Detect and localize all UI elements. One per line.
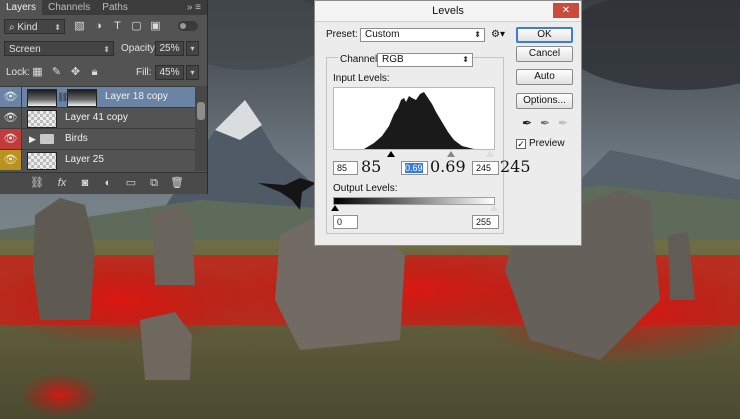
lock-all-icon[interactable]: 🔒︎ (88, 66, 101, 79)
eye-icon[interactable]: 👁︎ (0, 108, 22, 128)
fill-dropdown-icon[interactable]: ▾ (186, 65, 199, 80)
preview-label: Preview (529, 138, 565, 149)
layer-row-layer-25[interactable]: 👁︎ Layer 25 (0, 149, 195, 170)
scrollbar-thumb[interactable] (197, 102, 205, 120)
lock-transparency-icon[interactable]: ▦ (31, 66, 44, 79)
link-icon[interactable]: ⛓ (30, 177, 44, 190)
layer-name: Layer 18 copy (105, 91, 168, 102)
filter-toggle[interactable] (178, 21, 198, 31)
output-white-field[interactable]: 255 (472, 215, 499, 229)
layer-row-birds[interactable]: 👁︎ ▶ Birds (0, 128, 195, 149)
input-black-overlay: 85 (361, 157, 382, 176)
output-levels-label: Output Levels: (333, 183, 398, 194)
blend-mode-select[interactable]: Screen ⬍ (4, 41, 114, 56)
input-gamma-overlay: 0.69 (430, 157, 466, 176)
layer-name: Layer 41 copy (65, 112, 128, 123)
chevron-down-icon: ⬍ (54, 23, 61, 32)
layer-mask-thumbnail[interactable] (67, 89, 97, 107)
preset-value: Custom (365, 29, 400, 40)
mask-icon[interactable]: ◙ (78, 177, 92, 190)
fx-icon[interactable]: fx (55, 177, 69, 190)
layer-thumbnail (27, 110, 57, 128)
chevron-down-icon: ⬍ (462, 55, 469, 64)
white-eyedropper-icon[interactable]: ✒ (556, 116, 570, 130)
gray-eyedropper-icon[interactable]: ✒ (538, 116, 552, 130)
histogram-graph (364, 92, 474, 149)
chevron-down-icon: ⬍ (474, 30, 481, 39)
panel-menu-icon[interactable]: » ≡ (181, 0, 207, 15)
tab-paths[interactable]: Paths (96, 0, 134, 15)
input-white-overlay: 245 (500, 157, 531, 176)
layers-scrollbar[interactable] (195, 86, 207, 171)
channel-select[interactable]: RGB ⬍ (377, 53, 473, 67)
pixel-filter-icon[interactable]: ▧ (73, 20, 86, 33)
filter-kind-select[interactable]: ⌕ Kind ⬍ (4, 19, 65, 34)
input-black-field[interactable]: 85 (333, 161, 358, 175)
preview-checkbox[interactable]: ✓ (516, 139, 526, 149)
smart-object-filter-icon[interactable]: ▣ (149, 20, 162, 33)
layer-thumbnail (27, 89, 57, 107)
preset-select[interactable]: Custom ⬍ (360, 28, 485, 42)
black-eyedropper-icon[interactable]: ✒ (520, 116, 534, 130)
histogram (333, 87, 495, 150)
options-button[interactable]: Options... (516, 93, 573, 109)
output-gradient-bar (333, 197, 495, 205)
opacity-label: Opacity: (121, 43, 158, 54)
blend-mode-value: Screen (9, 44, 41, 55)
new-layer-icon[interactable]: ⧉ (147, 177, 161, 190)
adjustment-icon[interactable]: ◐ (101, 177, 115, 190)
layers-bottom-bar: ⛓ fx ◙ ◐ ▭ ⧉ 🗑︎ (0, 172, 207, 194)
output-white-slider[interactable] (490, 205, 498, 211)
lock-position-icon[interactable]: ✥ (69, 66, 82, 79)
ok-button[interactable]: OK (516, 27, 573, 43)
folder-icon (40, 134, 54, 144)
output-black-slider[interactable] (331, 205, 339, 211)
layer-name: Layer 25 (65, 154, 104, 165)
preset-options-gear-icon[interactable]: ⚙▾ (491, 28, 505, 42)
opacity-input[interactable]: 25% (155, 41, 184, 56)
input-gamma-value: 0.69 (405, 163, 423, 173)
cancel-button[interactable]: Cancel (516, 46, 573, 62)
expand-arrow-icon[interactable]: ▶ (29, 129, 36, 149)
channel-label: Channel: (338, 53, 383, 67)
lock-label: Lock: (6, 67, 30, 78)
type-filter-icon[interactable]: T (111, 20, 124, 33)
auto-button[interactable]: Auto (516, 69, 573, 85)
layer-name: Birds (65, 133, 88, 144)
lock-pixels-icon[interactable]: ✎ (50, 66, 63, 79)
filter-kind-label: Kind (17, 22, 38, 33)
tab-layers[interactable]: Layers (0, 0, 43, 15)
output-black-field[interactable]: 0 (333, 215, 358, 229)
levels-dialog: Levels ✕ Preset: Custom ⬍ ⚙▾ Channel: RG… (314, 0, 582, 246)
search-icon: ⌕ (9, 22, 15, 33)
adjustment-filter-icon[interactable]: ◑ (92, 20, 105, 33)
input-white-slider[interactable] (486, 151, 494, 157)
eye-icon[interactable]: 👁︎ (0, 150, 22, 170)
eye-icon[interactable]: 👁︎ (0, 87, 22, 107)
opacity-dropdown-icon[interactable]: ▾ (186, 41, 199, 56)
layer-row-layer-18-copy[interactable]: 👁︎ ⛓ Layer 18 copy (0, 86, 195, 107)
folder-icon[interactable]: ▭ (124, 177, 138, 190)
panel-tabs: Layers Channels Paths » ≡ (0, 0, 207, 15)
shape-filter-icon[interactable]: ▢ (130, 20, 143, 33)
fill-label: Fill: (136, 67, 152, 78)
input-gamma-field[interactable]: 0.69 (401, 161, 428, 175)
layer-thumbnail (27, 152, 57, 170)
tab-channels[interactable]: Channels (42, 0, 96, 15)
fill-input[interactable]: 45% (155, 65, 184, 80)
layer-row-layer-41-copy[interactable]: 👁︎ Layer 41 copy (0, 107, 195, 128)
trash-icon[interactable]: 🗑︎ (170, 177, 184, 190)
eye-icon[interactable]: 👁︎ (0, 129, 22, 149)
preset-label: Preset: (326, 29, 358, 40)
dialog-titlebar[interactable]: Levels ✕ (315, 1, 581, 22)
close-icon[interactable]: ✕ (553, 3, 579, 18)
input-white-field[interactable]: 245 (472, 161, 499, 175)
input-black-slider[interactable] (387, 151, 395, 157)
channel-value: RGB (382, 54, 404, 65)
input-levels-label: Input Levels: (333, 73, 390, 84)
chevron-down-icon: ⬍ (103, 45, 110, 54)
layers-panel: Layers Channels Paths » ≡ ⌕ Kind ⬍ ▧ ◑ T… (0, 0, 208, 194)
dialog-title: Levels (432, 5, 464, 17)
